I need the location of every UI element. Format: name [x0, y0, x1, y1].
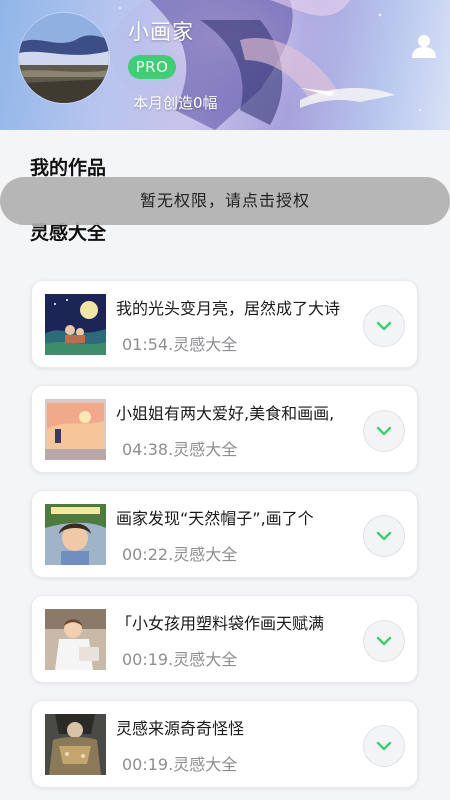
video-thumbnail [45, 504, 106, 565]
list-item[interactable]: 「小女孩用塑料袋作画天赋满 00:19.灵感大全 [31, 595, 418, 683]
item-duration-source: 00:19.灵感大全 [122, 650, 238, 669]
user-name: 小画家 [128, 20, 194, 44]
authorization-toast[interactable]: 暂无权限，请点击授权 [0, 177, 450, 225]
item-title: 我的光头变月亮，居然成了大诗 [116, 299, 341, 318]
user-icon [412, 35, 436, 58]
list-item[interactable]: 画家发现“天然帽子”,画了个 00:22.灵感大全 [31, 490, 418, 578]
item-title: 画家发现“天然帽子”,画了个 [116, 509, 314, 528]
expand-button[interactable] [363, 725, 405, 767]
avatar[interactable] [19, 13, 109, 103]
video-thumbnail [45, 399, 106, 460]
chevron-down-icon [376, 321, 392, 331]
video-thumbnail [45, 609, 106, 670]
profile-header: 小画家 PRO 本月创造0幅 [0, 0, 450, 130]
chevron-down-icon [376, 531, 392, 541]
item-duration-source: 00:19.灵感大全 [122, 755, 238, 774]
avatar-landscape-image [19, 13, 109, 103]
item-duration-source: 01:54.灵感大全 [122, 335, 238, 354]
chevron-down-icon [376, 636, 392, 646]
profile-button[interactable] [408, 30, 440, 62]
video-thumbnail [45, 714, 106, 775]
expand-button[interactable] [363, 410, 405, 452]
list-item[interactable]: 我的光头变月亮，居然成了大诗 01:54.灵感大全 [31, 280, 418, 368]
item-duration-source: 04:38.灵感大全 [122, 440, 238, 459]
monthly-creation-count: 本月创造0幅 [133, 94, 218, 112]
chevron-down-icon [376, 741, 392, 751]
my-works-heading: 我的作品 [30, 157, 107, 179]
item-title: 小姐姐有两大爱好,美食和画画, [116, 404, 335, 423]
list-item[interactable]: 小姐姐有两大爱好,美食和画画, 04:38.灵感大全 [31, 385, 418, 473]
video-thumbnail [45, 294, 106, 355]
expand-button[interactable] [363, 305, 405, 347]
pro-badge: PRO [128, 55, 176, 79]
item-duration-source: 00:22.灵感大全 [122, 545, 238, 564]
chevron-down-icon [376, 426, 392, 436]
item-title: 「小女孩用塑料袋作画天赋满 [116, 614, 325, 633]
item-title: 灵感来源奇奇怪怪 [116, 719, 245, 738]
expand-button[interactable] [363, 515, 405, 557]
expand-button[interactable] [363, 620, 405, 662]
list-item[interactable]: 灵感来源奇奇怪怪 00:19.灵感大全 [31, 700, 418, 788]
